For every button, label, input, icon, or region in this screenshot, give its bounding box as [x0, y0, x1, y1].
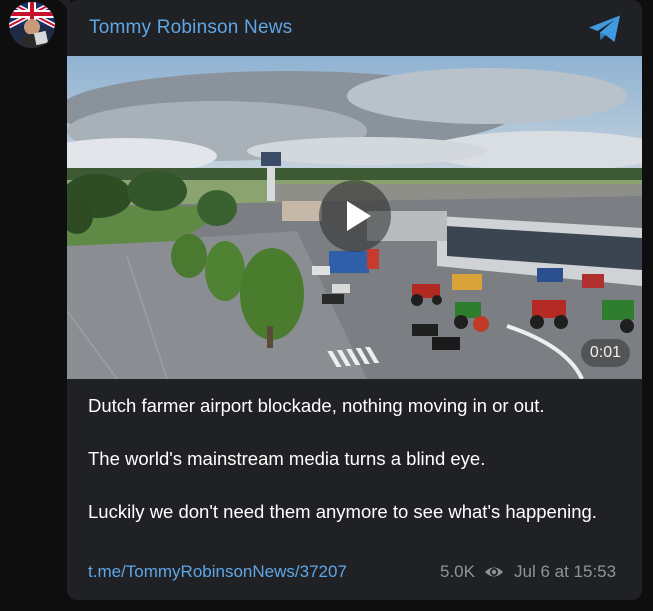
view-count: 5.0K [440, 562, 475, 581]
channel-name[interactable]: Tommy Robinson News [89, 17, 292, 39]
post-paragraph: Luckily we don't need them anymore to se… [88, 501, 597, 522]
play-button[interactable] [319, 180, 391, 252]
post-paragraph: The world's mainstream media turns a bli… [88, 448, 486, 469]
eye-icon [485, 567, 503, 577]
post-link[interactable]: t.me/TommyRobinsonNews/37207 [88, 562, 347, 582]
message-footer: t.me/TommyRobinsonNews/37207 5.0K Jul 6 … [88, 560, 622, 584]
play-icon [347, 201, 371, 231]
message-card: Tommy Robinson News 0:01 Dutch farmer ai… [67, 0, 642, 600]
telegram-icon[interactable] [588, 14, 622, 44]
channel-avatar-flag [9, 2, 55, 48]
message-header: Tommy Robinson News [67, 0, 642, 56]
post-paragraph: Dutch farmer airport blockade, nothing m… [88, 395, 545, 416]
post-text: Dutch farmer airport blockade, nothing m… [88, 392, 608, 525]
channel-avatar[interactable] [9, 2, 55, 48]
video-duration: 0:01 [580, 339, 630, 367]
post-date: Jul 6 at 15:53 [514, 562, 617, 581]
video-thumbnail[interactable]: 0:01 [67, 56, 642, 379]
